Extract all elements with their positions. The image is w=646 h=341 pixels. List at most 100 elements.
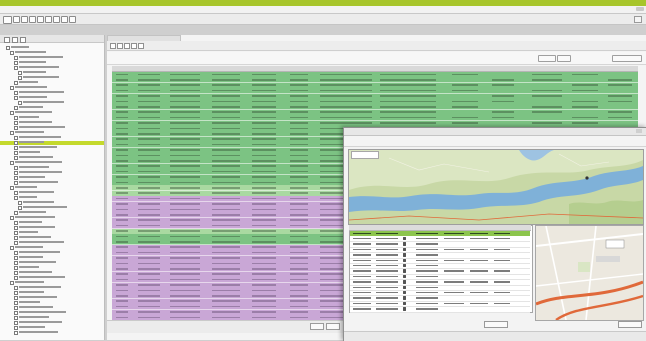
- sidebar-item[interactable]: [19, 181, 58, 183]
- prev-page-button[interactable]: [310, 323, 324, 330]
- refresh-icon[interactable]: [61, 16, 68, 23]
- sidebar-item[interactable]: [19, 196, 37, 198]
- tree-node-icon[interactable]: [18, 75, 22, 80]
- tree-node-icon[interactable]: [14, 150, 18, 155]
- checkbox-icon[interactable]: [403, 258, 407, 263]
- checkbox-icon[interactable]: [403, 301, 407, 306]
- layout-dropdown[interactable]: [612, 55, 642, 62]
- checkbox-icon[interactable]: [403, 247, 407, 252]
- sidebar-item[interactable]: [19, 96, 47, 98]
- tree-node-icon[interactable]: [18, 200, 22, 205]
- tree-node-icon[interactable]: [14, 275, 18, 280]
- tree-node-icon[interactable]: [14, 250, 18, 255]
- tree-node-icon[interactable]: [14, 290, 18, 295]
- sidebar-item[interactable]: [19, 191, 54, 193]
- tree-node-icon[interactable]: [14, 330, 18, 335]
- sidebar-item[interactable]: [15, 281, 44, 283]
- sidebar-item[interactable]: [19, 231, 38, 233]
- sidebar-item[interactable]: [23, 71, 46, 73]
- checkbox-icon[interactable]: [403, 274, 407, 279]
- paste-icon[interactable]: [53, 16, 60, 23]
- checkbox-icon[interactable]: [403, 264, 407, 268]
- sidebar-item[interactable]: [23, 76, 59, 78]
- tree-node-icon[interactable]: [14, 260, 18, 265]
- tree-node-icon[interactable]: [10, 160, 14, 165]
- tree-node-icon[interactable]: [10, 110, 14, 115]
- next-page-button[interactable]: [326, 323, 340, 330]
- tree-node-icon[interactable]: [14, 315, 18, 320]
- sidebar-item[interactable]: [23, 206, 67, 208]
- print-icon[interactable]: [29, 16, 36, 23]
- sidebar-item[interactable]: [19, 261, 56, 263]
- sidebar-item[interactable]: [19, 291, 44, 293]
- tree-node-icon[interactable]: [14, 95, 18, 100]
- reset-button[interactable]: [557, 55, 571, 62]
- sidebar-item[interactable]: [19, 176, 45, 178]
- tree-node-icon[interactable]: [10, 50, 14, 55]
- tree-node-icon[interactable]: [18, 70, 22, 75]
- tree-node-icon[interactable]: [14, 240, 18, 245]
- table-row[interactable]: [350, 307, 530, 313]
- sidebar-item[interactable]: [19, 321, 62, 323]
- map-marker-icon[interactable]: [585, 176, 589, 180]
- tree-node-icon[interactable]: [14, 120, 18, 125]
- sidebar-item[interactable]: [19, 166, 49, 168]
- checkbox-icon[interactable]: [403, 280, 407, 284]
- sidebar-item[interactable]: [19, 301, 40, 303]
- tree-node-icon[interactable]: [14, 140, 18, 145]
- tree-node-icon[interactable]: [14, 265, 18, 270]
- tree-node-icon[interactable]: [14, 145, 18, 150]
- tree-node-icon[interactable]: [14, 325, 18, 330]
- grid-export-icon[interactable]: [124, 43, 130, 49]
- tree-node-icon[interactable]: [14, 80, 18, 85]
- sidebar-search-icon[interactable]: [20, 37, 26, 43]
- map-view[interactable]: [348, 149, 644, 225]
- sidebar-item[interactable]: [19, 286, 61, 288]
- table-row[interactable]: [350, 231, 530, 236]
- sidebar-item[interactable]: [19, 156, 53, 158]
- tree-node-icon[interactable]: [14, 270, 18, 275]
- tree-node-icon[interactable]: [14, 135, 18, 140]
- sidebar-item[interactable]: [19, 271, 52, 273]
- settings-icon[interactable]: [69, 16, 76, 23]
- sidebar-item[interactable]: [19, 306, 53, 308]
- grid-filter-icon[interactable]: [131, 43, 137, 49]
- popup-ok-button[interactable]: [484, 321, 508, 328]
- tree-node-icon[interactable]: [14, 255, 18, 260]
- save-icon[interactable]: [21, 16, 28, 23]
- tree-node-icon[interactable]: [14, 195, 18, 200]
- tree-node-icon[interactable]: [14, 105, 18, 110]
- tree-node-icon[interactable]: [14, 295, 18, 300]
- tree-node-icon[interactable]: [18, 100, 22, 105]
- tree-node-icon[interactable]: [10, 130, 14, 135]
- sidebar-item[interactable]: [15, 161, 62, 163]
- cut-icon[interactable]: [37, 16, 44, 23]
- tree-node-icon[interactable]: [14, 230, 18, 235]
- sidebar-item[interactable]: [19, 106, 43, 108]
- sidebar-item[interactable]: [19, 116, 39, 118]
- tree-node-icon[interactable]: [14, 90, 18, 95]
- sidebar-item[interactable]: [15, 131, 44, 133]
- sidebar-item[interactable]: [19, 241, 64, 243]
- sidebar-item[interactable]: [19, 226, 55, 228]
- sidebar-item[interactable]: [19, 316, 49, 318]
- checkbox-icon[interactable]: [403, 307, 407, 311]
- grid-back-icon[interactable]: [110, 43, 116, 49]
- sidebar-item[interactable]: [19, 171, 62, 173]
- tree-node-icon[interactable]: [10, 185, 14, 190]
- new-icon[interactable]: [3, 16, 12, 24]
- checkbox-icon[interactable]: [403, 242, 407, 246]
- copy-icon[interactable]: [45, 16, 52, 23]
- tree-node-icon[interactable]: [14, 235, 18, 240]
- sidebar-item[interactable]: [19, 276, 65, 278]
- tree-node-icon[interactable]: [14, 55, 18, 60]
- checkbox-icon[interactable]: [403, 269, 407, 273]
- sidebar-item[interactable]: [19, 256, 43, 258]
- checkbox-icon[interactable]: [403, 296, 407, 300]
- tree-node-icon[interactable]: [6, 45, 10, 50]
- sidebar-item[interactable]: [19, 326, 45, 328]
- tree-node-icon[interactable]: [14, 155, 18, 160]
- checkbox-icon[interactable]: [403, 253, 407, 257]
- sidebar-item[interactable]: [19, 91, 64, 93]
- tree-node-icon[interactable]: [14, 225, 18, 230]
